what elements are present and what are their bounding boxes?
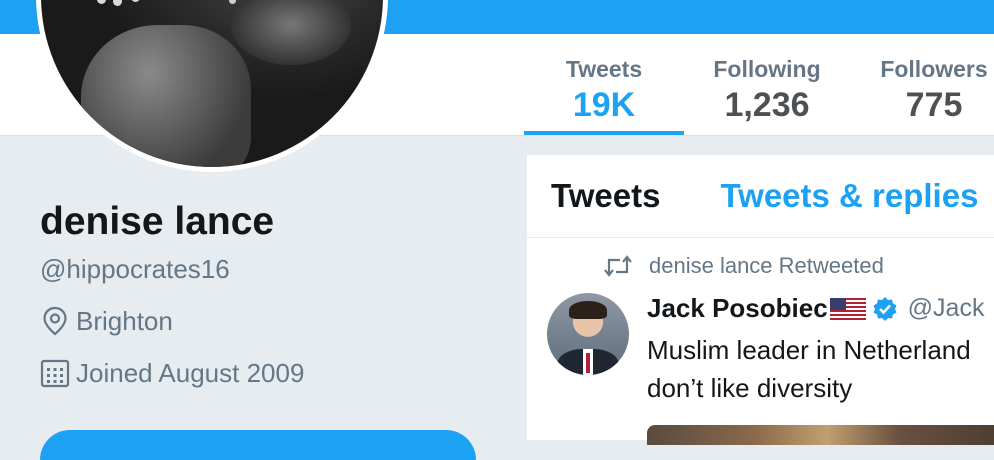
retweet-icon xyxy=(603,254,633,278)
profile-handle: @hippocrates16 xyxy=(40,254,230,284)
tweet-author-avatar[interactable] xyxy=(547,293,629,375)
tweet-author-name[interactable]: Jack Posobiec xyxy=(647,293,828,324)
tweet-text: Muslim leader in Netherland don’t like d… xyxy=(647,331,971,407)
stat-followers-value: 775 xyxy=(905,86,963,124)
timeline: Tweets Tweets & replies denise lance Ret… xyxy=(526,155,994,445)
us-flag-icon xyxy=(829,297,866,320)
timeline-tabs: Tweets Tweets & replies xyxy=(527,155,994,238)
profile-location: Brighton xyxy=(40,306,304,336)
calendar-icon xyxy=(40,358,70,388)
tweet-text-line-1: Muslim leader in Netherland xyxy=(647,335,971,365)
profile-stats: Tweets 19K Following 1,236 Followers 775 xyxy=(524,34,994,135)
profile-joined-text: Joined August 2009 xyxy=(76,358,305,388)
profile-action-button[interactable] xyxy=(40,430,476,460)
tweet-media[interactable] xyxy=(647,425,994,445)
stat-following[interactable]: Following 1,236 xyxy=(684,34,850,135)
retweet-context: denise lance Retweeted xyxy=(603,253,884,279)
verified-badge-icon xyxy=(872,296,898,322)
profile-location-text: Brighton xyxy=(76,306,173,336)
tweet-header: Jack Posobiec @Jack xyxy=(647,293,984,324)
stat-tweets-value: 19K xyxy=(572,86,636,124)
profile-avatar[interactable] xyxy=(36,0,388,172)
stat-followers-label: Followers xyxy=(880,56,988,82)
profile-name: denise lance xyxy=(40,200,275,243)
stat-tweets[interactable]: Tweets 19K xyxy=(524,34,684,135)
avatar-photo xyxy=(41,0,383,167)
profile-joined: Joined August 2009 xyxy=(40,358,304,388)
stat-tweets-label: Tweets xyxy=(565,56,643,82)
stat-following-value: 1,236 xyxy=(724,86,810,124)
tweet-author-handle[interactable]: @Jack xyxy=(908,294,985,323)
profile-card: denise lance @hippocrates16 Brighton Joi… xyxy=(40,200,304,388)
retweet-context-text[interactable]: denise lance Retweeted xyxy=(649,253,884,279)
tweet-text-line-2: don’t like diversity xyxy=(647,373,853,403)
stat-followers[interactable]: Followers 775 xyxy=(850,34,994,135)
stat-following-label: Following xyxy=(713,56,821,82)
tab-tweets-and-replies[interactable]: Tweets & replies xyxy=(720,176,978,216)
location-pin-icon xyxy=(40,306,70,336)
tab-tweets[interactable]: Tweets xyxy=(551,176,660,216)
